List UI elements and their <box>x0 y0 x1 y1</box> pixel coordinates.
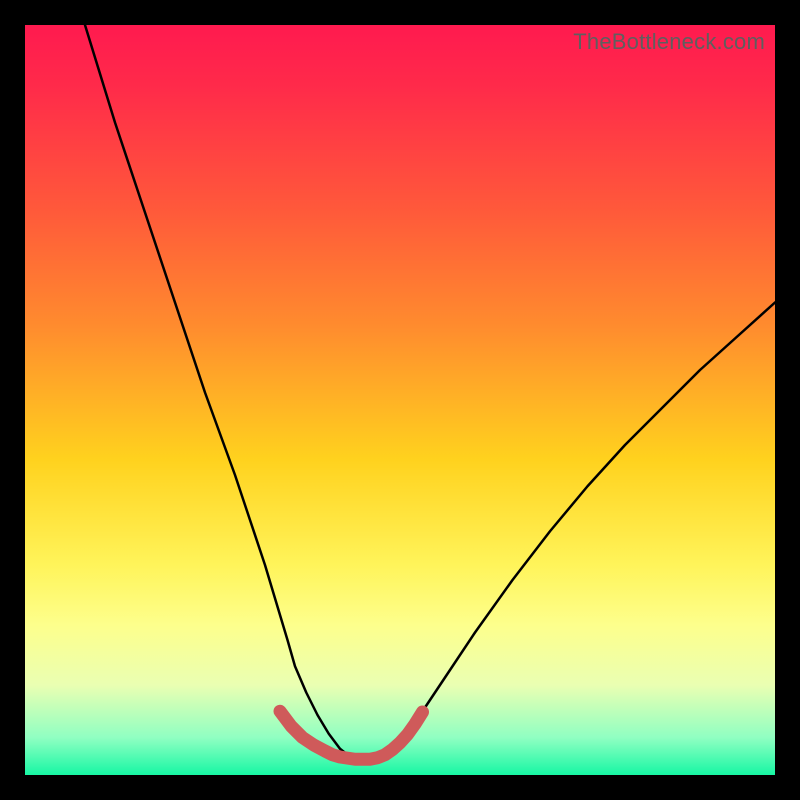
series-left-curve <box>85 25 363 760</box>
watermark-text: TheBottleneck.com <box>573 29 765 55</box>
chart-svg <box>25 25 775 775</box>
series-right-curve <box>363 303 776 761</box>
series-bottom-highlight <box>280 711 423 759</box>
chart-frame: TheBottleneck.com <box>25 25 775 775</box>
